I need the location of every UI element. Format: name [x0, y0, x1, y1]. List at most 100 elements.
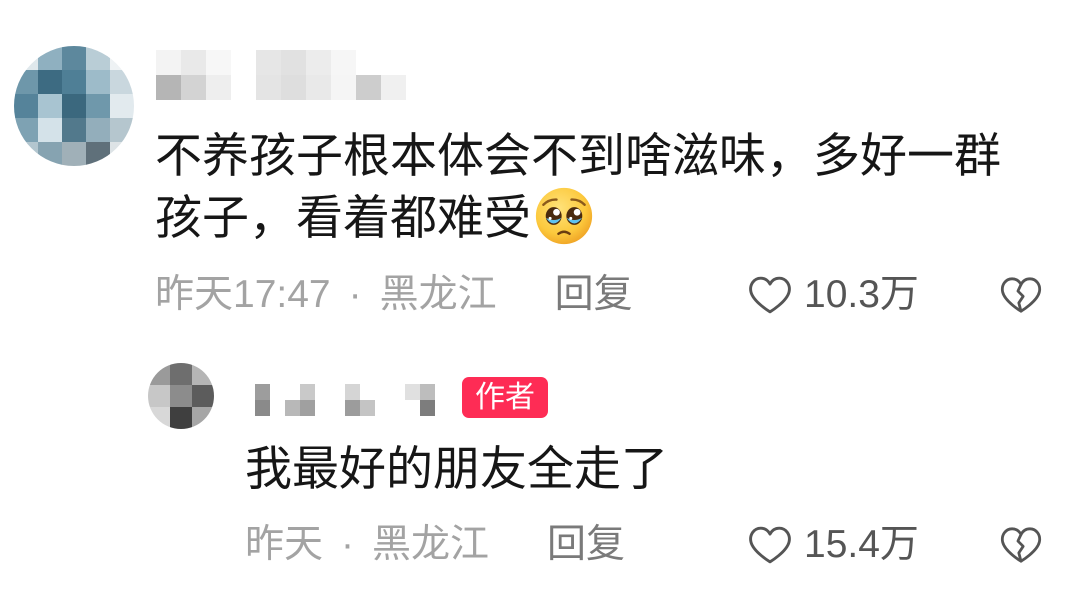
mosaic-cell: [231, 50, 256, 75]
avatar[interactable]: [148, 363, 214, 429]
mosaic-cell: [300, 384, 315, 400]
reply-meta: 昨天 · 黑龙江 回复: [245, 523, 625, 567]
mosaic-cell: [435, 400, 450, 416]
mosaic-cell: [86, 142, 110, 166]
reply-body: 我最好的朋友全走了: [245, 442, 668, 495]
mosaic-cell: [240, 400, 255, 416]
mosaic-cell: [300, 400, 315, 416]
mosaic-cell: [360, 384, 375, 400]
reply-button[interactable]: 回复: [555, 273, 633, 317]
mosaic-cell: [256, 75, 281, 100]
mosaic-cell: [192, 407, 214, 429]
mosaic-cell: [420, 400, 435, 416]
mosaic-cell: [270, 400, 285, 416]
mosaic-cell: [381, 50, 406, 75]
broken-heart-icon[interactable]: [1000, 275, 1042, 315]
meta-separator: ·: [341, 523, 355, 566]
reply-time: 昨天: [245, 523, 324, 566]
mosaic-cell: [181, 50, 206, 75]
mosaic-cell: [281, 50, 306, 75]
comment-text: 不养孩子根本体会不到啥滋味，多好一群孩子，看着都难受: [155, 125, 1015, 248]
mosaic-cell: [148, 385, 170, 407]
mosaic-cell: [375, 400, 390, 416]
heart-outline: [749, 526, 791, 564]
mosaic-cell: [240, 384, 255, 400]
mosaic-cell: [14, 70, 38, 94]
mosaic-cell: [390, 400, 405, 416]
mosaic-cell: [405, 384, 420, 400]
heart-outline-icon[interactable]: [748, 275, 792, 315]
mosaic-cell: [330, 384, 345, 400]
like-count: 15.4万: [804, 523, 919, 566]
mosaic-cell: [14, 46, 38, 70]
mosaic-cell: [231, 75, 256, 100]
mosaic-cell: [110, 94, 134, 118]
mosaic-cell: [181, 75, 206, 100]
mosaic-cell: [14, 142, 38, 166]
emoji-eye-highlight: [553, 208, 560, 216]
username-blurred[interactable]: [156, 50, 406, 100]
emoji-eye-highlight: [573, 208, 581, 216]
mosaic-cell: [86, 118, 110, 142]
mosaic-cell: [360, 400, 375, 416]
reply-button[interactable]: 回复: [547, 523, 625, 567]
mosaic-cell: [86, 94, 110, 118]
author-badge: 作者: [462, 377, 548, 418]
mosaic-cell: [170, 385, 192, 407]
mosaic-cell: [306, 50, 331, 75]
comment-meta: 昨天17:47 · 黑龙江 回复: [155, 273, 633, 317]
avatar[interactable]: [14, 46, 134, 166]
mosaic-cell: [192, 385, 214, 407]
mosaic-cell: [14, 118, 38, 142]
mosaic-cell: [285, 384, 300, 400]
dislike-button[interactable]: [1000, 275, 1042, 315]
mosaic-cell: [331, 50, 356, 75]
pleading-face-emoji: [535, 187, 593, 245]
mosaic-cell: [281, 75, 306, 100]
mosaic-cell: [435, 384, 450, 400]
mosaic-cell: [345, 384, 360, 400]
mosaic-cell: [356, 75, 381, 100]
mosaic-cell: [38, 46, 62, 70]
mosaic-cell: [206, 50, 231, 75]
mosaic-cell: [110, 70, 134, 94]
mosaic-cell: [38, 70, 62, 94]
mosaic-cell: [381, 75, 406, 100]
mosaic-cell: [62, 46, 86, 70]
mosaic-cell: [38, 142, 62, 166]
broken-heart-crack: [1016, 283, 1025, 313]
mosaic-cell: [270, 384, 285, 400]
username-blurred[interactable]: [240, 384, 450, 416]
mosaic-cell: [390, 384, 405, 400]
broken-heart-icon[interactable]: [1000, 525, 1042, 565]
mosaic-cell: [255, 400, 270, 416]
mosaic-cell: [86, 46, 110, 70]
mosaic-cell: [306, 75, 331, 100]
emoji-eye-highlight: [569, 216, 573, 220]
mosaic-cell: [255, 384, 270, 400]
mosaic-cell: [315, 384, 330, 400]
heart-outline: [749, 276, 791, 314]
like-button[interactable]: 10.3万: [748, 273, 919, 317]
mosaic-cell: [38, 94, 62, 118]
broken-heart-crack: [1016, 533, 1025, 563]
mosaic-cell: [62, 94, 86, 118]
mosaic-cell: [62, 142, 86, 166]
mosaic-cell: [156, 50, 181, 75]
comment-time: 昨天17:47: [155, 273, 331, 316]
mosaic-cell: [148, 407, 170, 429]
mosaic-cell: [110, 46, 134, 70]
mosaic-cell: [315, 400, 330, 416]
reply-location: 黑龙江: [372, 523, 490, 566]
mosaic-cell: [170, 407, 192, 429]
mosaic-cell: [156, 75, 181, 100]
dislike-button[interactable]: [1000, 525, 1042, 565]
mosaic-cell: [148, 363, 170, 385]
heart-outline-icon[interactable]: [748, 525, 792, 565]
mosaic-cell: [285, 400, 300, 416]
mosaic-cell: [256, 50, 281, 75]
mosaic-cell: [330, 400, 345, 416]
like-button[interactable]: 15.4万: [748, 523, 919, 567]
mosaic-cell: [86, 70, 110, 94]
mosaic-cell: [375, 384, 390, 400]
